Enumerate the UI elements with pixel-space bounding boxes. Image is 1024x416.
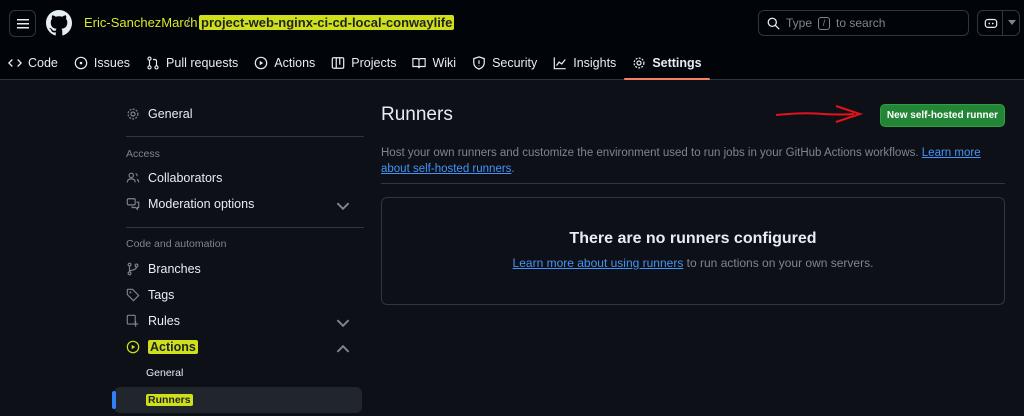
sidebar-item-label: Moderation options — [148, 197, 255, 211]
rules-icon — [126, 314, 139, 327]
sidebar-item-rules[interactable]: Rules — [114, 308, 364, 334]
sidebar-item-label: Rules — [148, 314, 180, 328]
github-logo-icon[interactable] — [46, 10, 72, 36]
repo-label: project-web-nginx-ci-cd-local-conwaylife — [199, 15, 455, 30]
shield-icon — [473, 56, 485, 70]
sidebar-item-label: Collaborators — [148, 171, 223, 185]
branch-icon — [127, 262, 139, 276]
chevron-down-icon[interactable] — [1008, 20, 1016, 26]
tab-pull-requests[interactable]: Pull requests — [138, 46, 246, 80]
selected-indicator — [112, 391, 116, 409]
copilot-icon — [984, 18, 998, 28]
sidebar-subitem-label: General — [146, 367, 184, 379]
tab-label: Settings — [652, 56, 702, 70]
tab-label: Insights — [573, 56, 617, 70]
empty-state-suffix: to run actions on your own servers. — [686, 256, 874, 270]
copilot-separator — [1002, 10, 1003, 36]
sidebar-subitem-actions-runners[interactable]: Runners — [112, 387, 362, 413]
hamburger-icon — [16, 18, 29, 28]
repo-tabs: Code Issues Pull requests Actions Projec… — [0, 46, 710, 80]
search-shortcut-key: / — [818, 16, 831, 30]
gear-icon — [633, 57, 645, 69]
comment-discussion-icon — [126, 198, 140, 211]
sidebar-item-label: Branches — [148, 262, 201, 276]
description-text: Host your own runners and customize the … — [381, 147, 919, 159]
sidebar-item-label: Tags — [148, 288, 175, 302]
tab-code[interactable]: Code — [0, 46, 66, 80]
path-separator: / — [186, 14, 190, 30]
learn-more-link-continued[interactable]: about self-hosted runners — [381, 163, 511, 175]
gear-icon — [127, 108, 139, 120]
graph-icon — [553, 57, 566, 70]
code-icon — [8, 59, 22, 67]
annotation-arrow — [775, 105, 864, 123]
section-divider — [381, 183, 1005, 184]
copilot-button[interactable] — [977, 10, 1020, 36]
empty-state-box: There are no runners configured Learn mo… — [381, 197, 1005, 305]
empty-state-text: Learn more about using runners to run ac… — [382, 256, 1004, 270]
play-icon — [126, 340, 140, 354]
sidebar-heading-code-automation: Code and automation — [126, 238, 227, 250]
issue-icon — [74, 56, 88, 70]
tab-issues[interactable]: Issues — [66, 46, 138, 80]
tab-wiki[interactable]: Wiki — [404, 46, 464, 80]
tab-projects[interactable]: Projects — [323, 46, 404, 80]
sidebar-item-actions[interactable]: Actions — [114, 334, 364, 360]
tab-settings[interactable]: Settings — [624, 46, 710, 80]
search-suffix: to search — [836, 16, 886, 30]
search-icon — [767, 17, 780, 30]
page-description: Host your own runners and customize the … — [381, 145, 1001, 177]
page-title: Runners — [381, 104, 453, 125]
sidebar-item-branches[interactable]: Branches — [114, 256, 364, 282]
sidebar-divider — [126, 227, 364, 228]
search-placeholder: Type — [786, 16, 813, 30]
chevron-down-icon — [336, 202, 350, 211]
top-header: Eric-SanchezMarch / project-web-nginx-ci… — [0, 0, 1024, 80]
play-icon — [254, 56, 268, 70]
search-input[interactable]: Type / to search — [758, 10, 969, 36]
tab-actions[interactable]: Actions — [246, 46, 323, 80]
tag-icon — [126, 288, 140, 302]
sidebar-item-collaborators[interactable]: Collaborators — [114, 165, 364, 191]
description-period: . — [511, 163, 515, 175]
menu-button[interactable] — [9, 10, 36, 37]
pull-request-icon — [147, 56, 159, 70]
sidebar-item-label: Actions — [148, 340, 198, 354]
chevron-down-icon — [336, 319, 350, 328]
sidebar-item-tags[interactable]: Tags — [114, 282, 364, 308]
sidebar-item-general[interactable]: General — [114, 101, 364, 127]
table-icon — [331, 57, 345, 69]
tab-label: Code — [28, 56, 58, 70]
learn-more-runners-link[interactable]: Learn more about using runners — [513, 256, 684, 270]
repo-link[interactable]: project-web-nginx-ci-cd-local-conwaylife — [199, 15, 455, 30]
sidebar-heading-access: Access — [126, 148, 160, 160]
learn-more-link[interactable]: Learn more — [922, 147, 981, 159]
chevron-up-icon — [336, 344, 350, 353]
book-icon — [412, 58, 427, 69]
tab-label: Actions — [274, 56, 316, 70]
people-icon — [126, 172, 140, 183]
tab-label: Security — [492, 56, 538, 70]
new-self-hosted-runner-button[interactable]: New self-hosted runner — [880, 104, 1005, 127]
empty-state-title: There are no runners configured — [569, 230, 817, 247]
sidebar-divider — [126, 136, 364, 137]
sidebar-subitem-actions-general[interactable]: General — [114, 360, 362, 386]
tab-label: Projects — [351, 56, 397, 70]
tab-label: Issues — [93, 56, 131, 70]
tab-label: Wiki — [432, 56, 457, 70]
tab-label: Pull requests — [166, 56, 239, 70]
tab-security[interactable]: Security — [464, 46, 545, 80]
tab-insights[interactable]: Insights — [545, 46, 624, 80]
sidebar-item-label: General — [148, 107, 193, 121]
sidebar-subitem-label: Runners — [146, 394, 193, 406]
sidebar-item-moderation[interactable]: Moderation options — [114, 191, 364, 217]
owner-label: Eric-SanchezMarch — [84, 15, 198, 30]
owner-link[interactable]: Eric-SanchezMarch — [82, 15, 199, 30]
